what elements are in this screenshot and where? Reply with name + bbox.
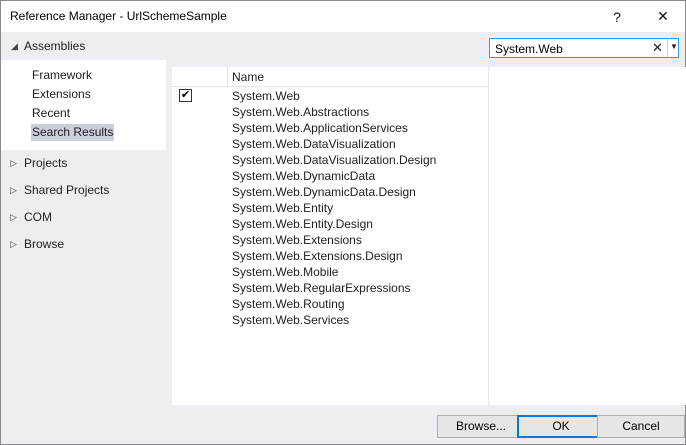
assembly-name: System.Web.DynamicData.Design bbox=[232, 185, 416, 199]
collapsed-triangle-icon[interactable]: ▷ bbox=[10, 212, 17, 223]
section-com[interactable]: COM bbox=[24, 210, 52, 224]
section-assemblies[interactable]: Assemblies bbox=[24, 39, 85, 53]
row-checkbox[interactable]: ✔ bbox=[179, 89, 192, 102]
assemblies-subnav: Framework Extensions Recent Search Resul… bbox=[1, 60, 166, 150]
close-button[interactable]: ✕ bbox=[641, 1, 685, 32]
collapsed-triangle-icon[interactable]: ▷ bbox=[10, 185, 17, 196]
search-dropdown-icon[interactable]: ▼ bbox=[670, 42, 678, 51]
subnav-item-extensions[interactable]: Extensions bbox=[31, 86, 92, 103]
title-bar: Reference Manager - UrlSchemeSample ? ✕ bbox=[1, 1, 685, 32]
column-header-row: Name bbox=[172, 67, 488, 87]
details-pane-divider bbox=[488, 67, 489, 405]
subnav-item-search-results[interactable]: Search Results bbox=[31, 124, 115, 141]
collapsed-triangle-icon[interactable]: ▷ bbox=[10, 239, 17, 250]
subnav-item-framework[interactable]: Framework bbox=[31, 67, 93, 84]
table-row[interactable]: System.Web.Mobile bbox=[172, 264, 488, 280]
section-projects[interactable]: Projects bbox=[24, 156, 67, 170]
expanded-triangle-icon[interactable]: ◢ bbox=[11, 41, 18, 52]
table-row[interactable]: System.Web.Entity bbox=[172, 200, 488, 216]
section-browse[interactable]: Browse bbox=[24, 237, 64, 251]
assembly-name: System.Web.Services bbox=[232, 313, 350, 327]
assembly-name: System.Web.Extensions bbox=[232, 233, 362, 247]
cancel-button[interactable]: Cancel bbox=[597, 415, 685, 438]
search-separator bbox=[667, 39, 668, 57]
window-title: Reference Manager - UrlSchemeSample bbox=[10, 9, 227, 23]
table-row[interactable]: System.Web.Services bbox=[172, 312, 488, 328]
ok-button[interactable]: OK bbox=[517, 415, 605, 438]
assembly-name: System.Web.Mobile bbox=[232, 265, 339, 279]
assembly-name: System.Web.Routing bbox=[232, 297, 345, 311]
close-icon: ✕ bbox=[657, 8, 669, 24]
help-icon: ? bbox=[613, 8, 621, 25]
browse-button[interactable]: Browse... bbox=[437, 415, 525, 438]
assembly-name: System.Web.Extensions.Design bbox=[232, 249, 403, 263]
assembly-name: System.Web.DynamicData bbox=[232, 169, 376, 183]
name-column-header[interactable]: Name bbox=[232, 70, 264, 84]
assembly-name: System.Web.ApplicationServices bbox=[232, 121, 408, 135]
assembly-name: System.Web.Abstractions bbox=[232, 105, 370, 119]
table-row[interactable]: System.Web.Entity.Design bbox=[172, 216, 488, 232]
table-row[interactable]: ✔ System.Web bbox=[172, 88, 488, 104]
checkbox-column-header[interactable] bbox=[172, 67, 228, 87]
table-row[interactable]: System.Web.Abstractions bbox=[172, 104, 488, 120]
table-row[interactable]: System.Web.RegularExpressions bbox=[172, 280, 488, 296]
table-row[interactable]: System.Web.Extensions.Design bbox=[172, 248, 488, 264]
assembly-name: System.Web.DataVisualization.Design bbox=[232, 153, 437, 167]
clear-search-icon[interactable]: ✕ bbox=[652, 40, 663, 56]
reference-manager-dialog: Reference Manager - UrlSchemeSample ? ✕ … bbox=[0, 0, 686, 445]
assembly-name: System.Web bbox=[232, 89, 300, 103]
dialog-footer: Browse... OK Cancel bbox=[1, 405, 685, 444]
table-row[interactable]: System.Web.DynamicData.Design bbox=[172, 184, 488, 200]
table-row[interactable]: System.Web.DynamicData bbox=[172, 168, 488, 184]
collapsed-triangle-icon[interactable]: ▷ bbox=[10, 158, 17, 169]
subnav-item-recent[interactable]: Recent bbox=[31, 105, 71, 122]
table-row[interactable]: System.Web.DataVisualization bbox=[172, 136, 488, 152]
help-button[interactable]: ? bbox=[595, 1, 639, 32]
section-shared-projects[interactable]: Shared Projects bbox=[24, 183, 109, 197]
assembly-name: System.Web.Entity.Design bbox=[232, 217, 373, 231]
assembly-name: System.Web.Entity bbox=[232, 201, 334, 215]
table-row[interactable]: System.Web.DataVisualization.Design bbox=[172, 152, 488, 168]
assembly-name: System.Web.DataVisualization bbox=[232, 137, 396, 151]
table-row[interactable]: System.Web.ApplicationServices bbox=[172, 120, 488, 136]
table-row[interactable]: System.Web.Extensions bbox=[172, 232, 488, 248]
search-input[interactable]: System.Web ✕ ▼ bbox=[489, 38, 679, 58]
results-list: Name ✔ System.Web System.Web.Abstractions S… bbox=[172, 67, 686, 405]
assembly-name: System.Web.RegularExpressions bbox=[232, 281, 411, 295]
checkmark-icon: ✔ bbox=[180, 89, 191, 101]
table-row[interactable]: System.Web.Routing bbox=[172, 296, 488, 312]
search-input-value[interactable]: System.Web bbox=[495, 42, 563, 56]
